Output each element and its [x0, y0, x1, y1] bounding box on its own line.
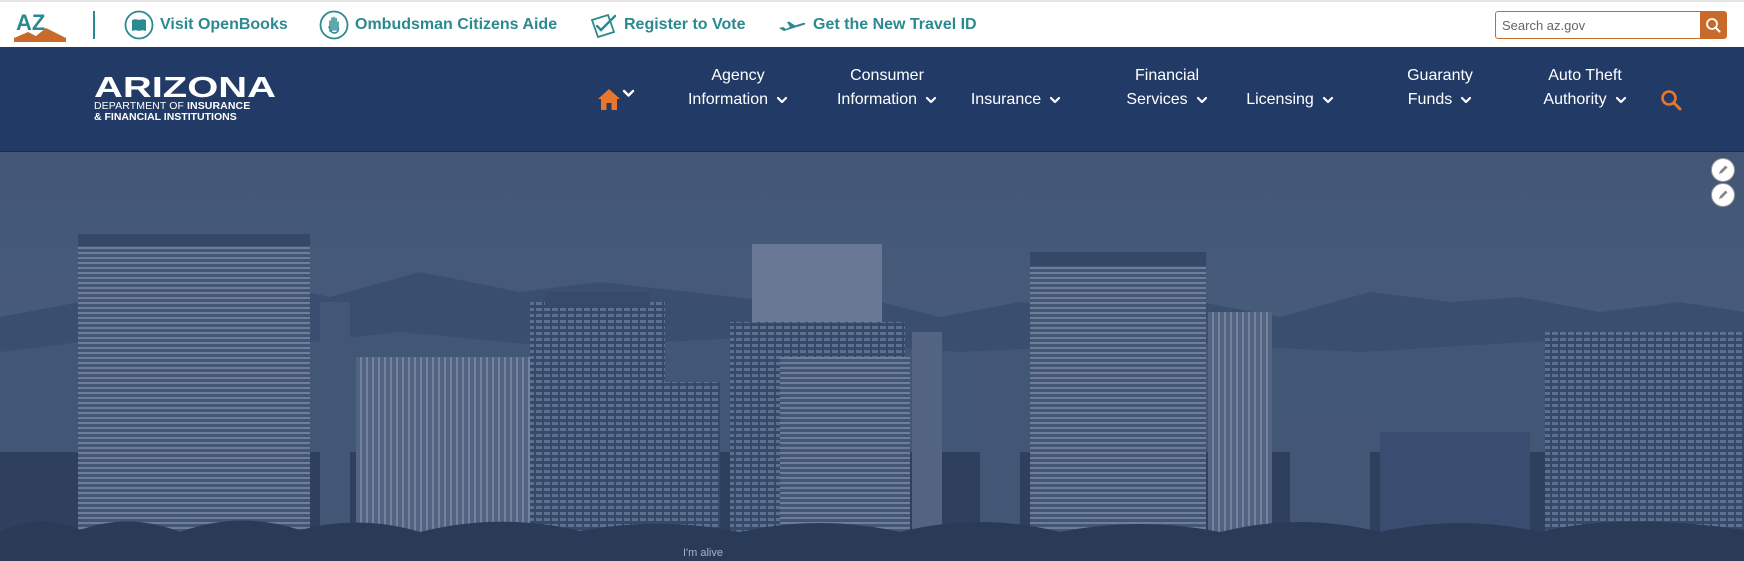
chevron-down-icon	[1050, 96, 1061, 103]
edit-pencil-button[interactable]	[1711, 158, 1735, 182]
chevron-down-icon	[1461, 96, 1472, 103]
nav-search-button[interactable]	[1660, 89, 1682, 111]
brand-subtitle-2: & FINANCIAL INSTITUTIONS	[94, 111, 237, 123]
openbooks-link[interactable]: Visit OpenBooks	[124, 10, 288, 40]
airplane-icon	[777, 10, 807, 40]
nav-label-line1: Guaranty	[1407, 67, 1473, 84]
register-vote-link[interactable]: Register to Vote	[588, 10, 746, 40]
pencil-icon	[1719, 165, 1728, 174]
nav-label-line2: Authority	[1543, 91, 1607, 108]
nav-label-line1: Financial	[1134, 67, 1200, 84]
travel-id-link[interactable]: Get the New Travel ID	[777, 10, 977, 40]
nav-label-line2: Funds	[1407, 91, 1453, 108]
raised-hand-icon	[319, 10, 349, 40]
edit-pencil-button-2[interactable]	[1711, 183, 1735, 207]
az-state-logo[interactable]: AZ	[14, 10, 66, 42]
chevron-down-icon	[1615, 96, 1626, 103]
nav-label-line2: Information	[687, 91, 769, 108]
main-navigation: ARIZONA DEPARTMENT OF INSURANCE & FINANC…	[0, 47, 1744, 152]
nav-consumer-information[interactable]: Consumer Information	[825, 64, 949, 112]
hero-banner: I'm alive	[0, 152, 1744, 561]
nav-label-line1	[1238, 64, 1342, 88]
arizona-wordmark: ARIZONA	[94, 73, 276, 99]
nav-guaranty-funds[interactable]: Guaranty Funds	[1390, 64, 1490, 112]
travel-id-label: Get the New Travel ID	[813, 16, 977, 33]
azgov-search-button[interactable]	[1700, 12, 1726, 38]
openbooks-label: Visit OpenBooks	[160, 16, 288, 33]
nav-label-line1: Auto Theft	[1548, 67, 1622, 84]
search-icon	[1706, 18, 1721, 33]
azgov-search	[1495, 11, 1727, 39]
nav-insurance[interactable]: Insurance	[963, 64, 1069, 112]
az-logo-text: AZ	[16, 10, 45, 35]
utility-bar: AZ Visit OpenBooks Ombudsman Citizens Ai…	[0, 0, 1744, 47]
nav-label-line2: Information	[836, 91, 918, 108]
nav-label-line1: Consumer	[850, 67, 924, 84]
ballot-check-icon	[588, 10, 618, 40]
nav-auto-theft-authority[interactable]: Auto Theft Authority	[1530, 64, 1640, 112]
nav-label-line2: Licensing	[1246, 91, 1314, 108]
open-book-icon	[124, 10, 154, 40]
nav-label-line2: Insurance	[970, 91, 1042, 108]
search-icon	[1661, 90, 1682, 111]
ombudsman-link[interactable]: Ombudsman Citizens Aide	[319, 10, 557, 40]
home-icon	[598, 89, 635, 110]
nav-home[interactable]	[596, 85, 644, 113]
chevron-down-icon	[1196, 96, 1207, 103]
pencil-icon	[1719, 190, 1728, 199]
azgov-search-input[interactable]	[1496, 13, 1696, 37]
nav-label-line1	[963, 64, 1069, 88]
topbar-divider	[93, 11, 95, 39]
nav-label-line1: Agency	[711, 67, 765, 84]
chevron-down-icon	[1322, 96, 1333, 103]
nav-agency-information[interactable]: Agency Information	[676, 64, 800, 112]
chevron-down-icon	[776, 96, 788, 103]
nav-licensing[interactable]: Licensing	[1238, 64, 1342, 112]
chevron-down-icon	[925, 96, 937, 103]
phoenix-skyline-image: I'm alive	[0, 152, 1744, 561]
ombudsman-label: Ombudsman Citizens Aide	[355, 16, 558, 33]
nav-financial-services[interactable]: Financial Services	[1117, 64, 1217, 112]
brand-title: ARIZONA	[94, 73, 276, 99]
register-vote-label: Register to Vote	[624, 16, 746, 33]
difi-logo[interactable]: ARIZONA DEPARTMENT OF INSURANCE & FINANC…	[94, 73, 279, 123]
nav-label-line2: Services	[1126, 91, 1188, 108]
